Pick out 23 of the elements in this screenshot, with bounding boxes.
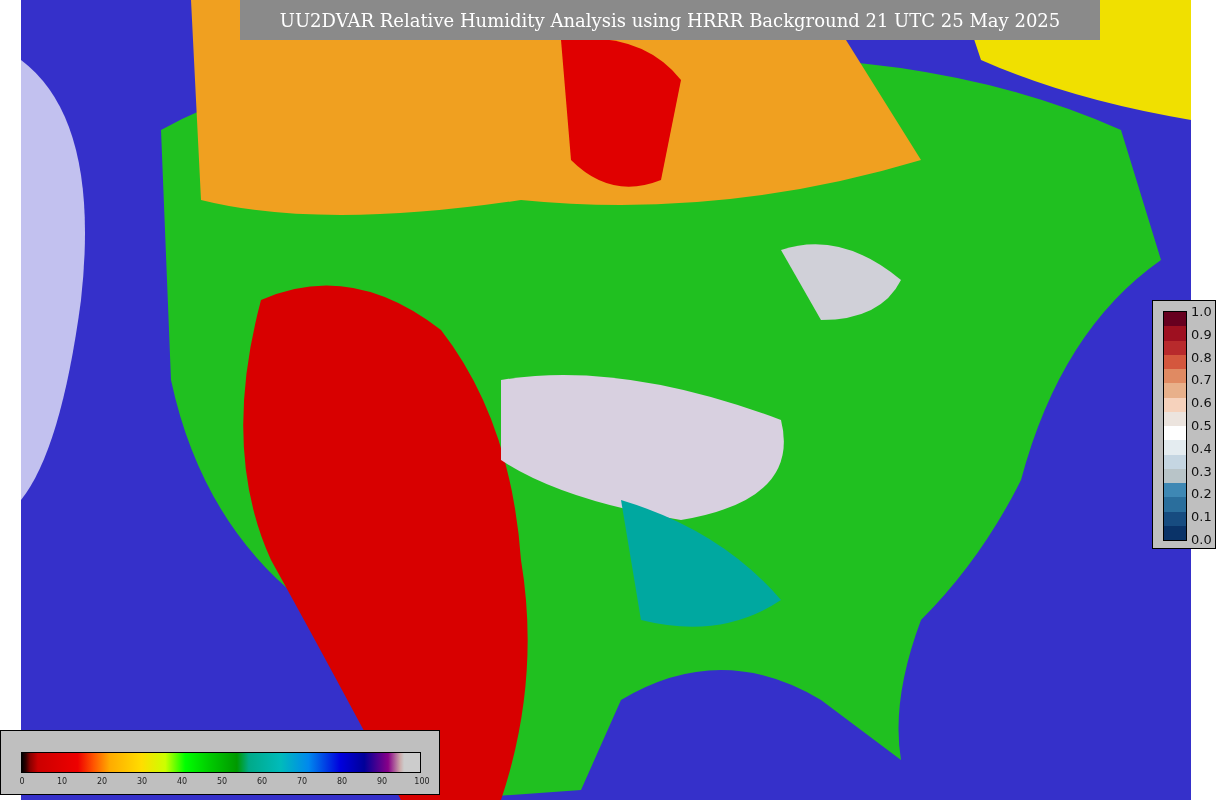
tick-label: 0.7	[1191, 371, 1212, 390]
tick-label: 0.8	[1191, 348, 1212, 367]
tick-label: 0.4	[1191, 440, 1212, 459]
tick-label: 0.3	[1191, 462, 1212, 481]
tick-label: 70	[296, 776, 308, 788]
tick-label: 30	[136, 776, 148, 788]
tick-label: 0.9	[1191, 326, 1212, 345]
tick-label: 90	[376, 776, 388, 788]
tick-label: 20	[96, 776, 108, 788]
tick-label: 0.6	[1191, 394, 1212, 413]
tick-label: 40	[176, 776, 188, 788]
tick-label: 60	[256, 776, 268, 788]
tick-label: 0	[19, 776, 25, 788]
map-title: UU2DVAR Relative Humidity Analysis using HRRR Background 21 UTC 25 May 2025	[240, 0, 1100, 40]
tick-label: 0.1	[1191, 508, 1212, 527]
tick-label: 10	[56, 776, 68, 788]
tick-label: 100	[414, 776, 430, 788]
tick-label: 50	[216, 776, 228, 788]
tick-label: 0.5	[1191, 417, 1212, 436]
tick-label: 0.0	[1191, 531, 1212, 550]
tick-label: 80	[336, 776, 348, 788]
tick-label: 0.2	[1191, 485, 1212, 504]
tick-label: 1.0	[1191, 303, 1212, 322]
